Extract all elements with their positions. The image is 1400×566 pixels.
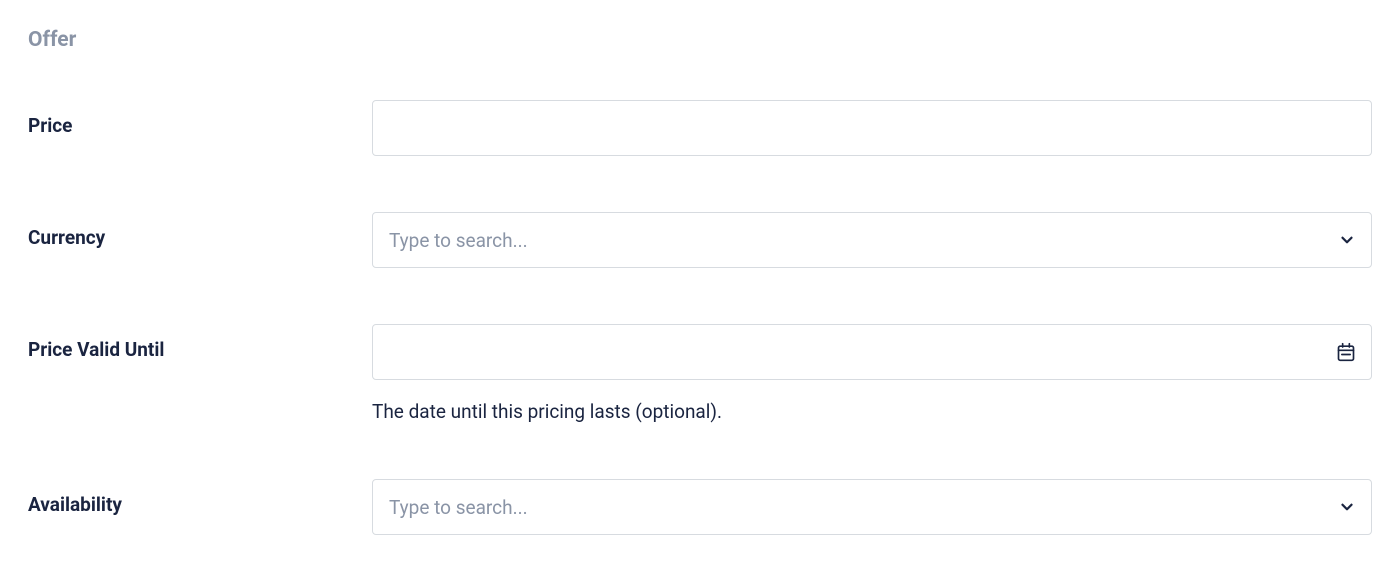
price-input-box (372, 100, 1372, 156)
currency-label: Currency (28, 212, 372, 249)
availability-field: Type to search... (372, 479, 1372, 535)
price-input[interactable] (372, 100, 1372, 156)
availability-placeholder: Type to search... (389, 496, 528, 519)
price-valid-until-row: Price Valid Until The date until this pr… (28, 324, 1372, 423)
currency-placeholder: Type to search... (389, 229, 528, 252)
price-valid-until-helper: The date until this pricing lasts (optio… (372, 400, 1372, 423)
price-valid-until-input-box (372, 324, 1372, 380)
currency-row: Currency Type to search... (28, 212, 1372, 268)
price-valid-until-input[interactable] (372, 324, 1372, 380)
offer-section: Offer Price Currency Type to search... (28, 28, 1372, 535)
currency-field: Type to search... (372, 212, 1372, 268)
availability-row: Availability Type to search... (28, 479, 1372, 535)
price-valid-until-field: The date until this pricing lasts (optio… (372, 324, 1372, 423)
currency-select[interactable]: Type to search... (372, 212, 1372, 268)
price-label: Price (28, 100, 372, 137)
availability-select[interactable]: Type to search... (372, 479, 1372, 535)
availability-label: Availability (28, 479, 372, 516)
section-title: Offer (28, 28, 1372, 52)
availability-input-box: Type to search... (372, 479, 1372, 535)
price-valid-until-label: Price Valid Until (28, 324, 372, 361)
price-row: Price (28, 100, 1372, 156)
currency-input-box: Type to search... (372, 212, 1372, 268)
price-field (372, 100, 1372, 156)
